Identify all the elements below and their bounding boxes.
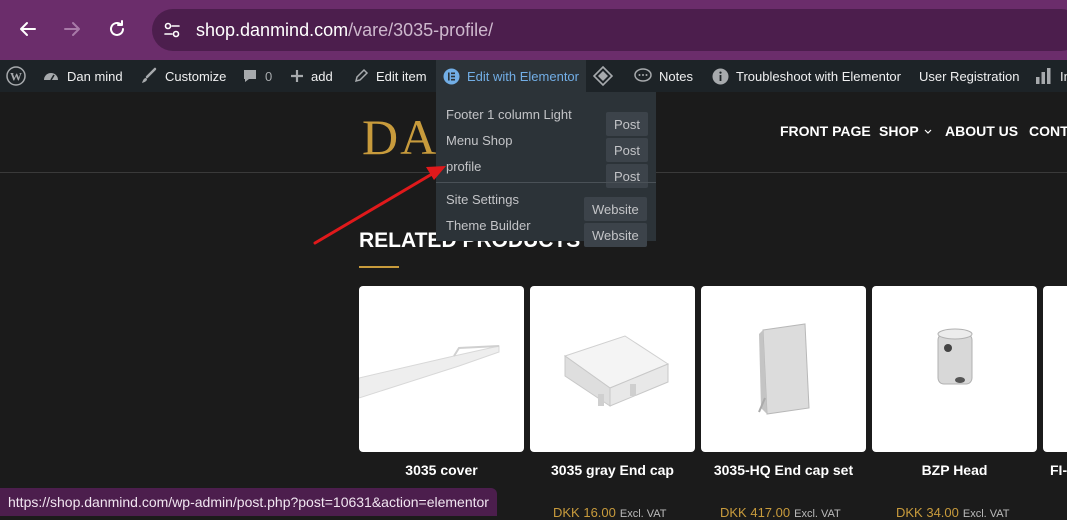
elementor-diamond-item[interactable] <box>593 60 620 92</box>
browser-toolbar: shop.danmind.com/vare/3035-profile/ <box>0 0 1067 60</box>
product-image <box>359 345 500 399</box>
url-host: shop.danmind.com <box>196 20 349 40</box>
product-name[interactable]: 3035-HQ End cap set <box>701 462 866 478</box>
menu-front-page[interactable]: FRONT PAGE <box>780 123 871 139</box>
dashboard-icon <box>44 73 58 81</box>
vat-note: Excl. VAT <box>794 508 841 520</box>
menu-about-us[interactable]: ABOUT US <box>945 123 1018 139</box>
dropdown-item-menu-shop[interactable]: Menu Shop <box>446 133 513 148</box>
customize-label: Customize <box>165 68 227 84</box>
notes-label: Notes <box>659 68 693 84</box>
comments-item[interactable]: 0 <box>242 60 272 92</box>
site-name-label: Dan mind <box>67 68 123 84</box>
dropdown-item-profile[interactable]: profile <box>446 159 481 174</box>
insights-label: In <box>1060 68 1067 84</box>
plus-icon <box>291 70 303 82</box>
wordpress-icon: W <box>6 66 26 86</box>
bar-chart-icon <box>1036 68 1051 84</box>
troubleshoot-label: Troubleshoot with Elementor <box>736 68 901 84</box>
url-path: /vare/3035-profile/ <box>348 20 494 40</box>
site-name-item[interactable]: Dan mind <box>42 60 123 92</box>
pencil-icon <box>354 68 369 83</box>
product-price: DKK 34.00 Excl. VAT <box>896 505 1010 520</box>
arrow-left-icon <box>20 22 36 36</box>
dropdown-item-badge: Post <box>606 112 649 136</box>
svg-text:W: W <box>10 70 22 84</box>
price-value: DKK 34.00 <box>896 505 959 520</box>
product-card-end-cap-set[interactable] <box>701 286 866 452</box>
product-name[interactable]: BZP Head <box>872 462 1037 478</box>
vat-note: Excl. VAT <box>619 508 667 520</box>
dropdown-item-badge: Website <box>584 197 647 221</box>
reload-button[interactable] <box>102 14 132 44</box>
price-value: DKK 16.00 <box>553 505 616 520</box>
customize-item[interactable]: Customize <box>140 60 226 92</box>
new-content-item[interactable]: add <box>290 60 333 92</box>
dropdown-item-footer[interactable]: Footer 1 column Light <box>446 107 572 122</box>
comments-count: 0 <box>265 68 273 84</box>
product-image <box>563 335 670 407</box>
edit-item-label: Edit item <box>376 68 427 84</box>
back-button[interactable] <box>13 14 43 44</box>
add-label: add <box>311 68 333 84</box>
menu-shop-label: SHOP <box>879 123 919 139</box>
product-name[interactable]: 3035 cover <box>359 462 524 478</box>
product-name[interactable]: 3035 gray End cap <box>530 462 695 478</box>
edit-with-elementor-label: Edit with Elementor <box>467 68 579 84</box>
wp-admin-bar: W Dan mind Customize 0 add Edit item Edi… <box>0 60 1067 92</box>
paintbrush-icon <box>142 67 157 83</box>
dropdown-item-theme-builder[interactable]: Theme Builder <box>446 218 531 233</box>
info-icon <box>712 68 729 84</box>
dropdown-separator <box>436 182 656 183</box>
title-underline <box>359 266 399 268</box>
edit-with-elementor-item[interactable]: Edit with Elementor <box>436 60 586 92</box>
vat-note: Excl. VAT <box>962 508 1010 520</box>
dropdown-item-badge: Post <box>606 138 649 162</box>
menu-shop[interactable]: SHOP <box>879 123 932 139</box>
dropdown-item-site-settings[interactable]: Site Settings <box>446 192 519 207</box>
wordpress-logo-button[interactable]: W <box>6 60 33 92</box>
troubleshoot-item[interactable]: Troubleshoot with Elementor <box>712 60 901 92</box>
comment-icon <box>244 70 256 82</box>
arrow-right-icon <box>64 22 80 36</box>
status-bar-url: https://shop.danmind.com/wp-admin/post.p… <box>0 488 497 516</box>
price-value: DKK 417.00 <box>720 505 791 520</box>
speech-bubble-icon <box>634 68 652 82</box>
product-card-partial[interactable] <box>1043 286 1067 452</box>
url-text[interactable]: shop.danmind.com/vare/3035-profile/ <box>196 20 493 41</box>
product-card-cover[interactable] <box>359 286 524 452</box>
notes-item[interactable]: Notes <box>634 60 693 92</box>
product-card-bzp-head[interactable] <box>872 286 1037 452</box>
reload-icon <box>110 20 124 36</box>
forward-button[interactable] <box>57 14 87 44</box>
user-registration-label: User Registration <box>919 68 1020 84</box>
diamond-icon <box>593 66 613 86</box>
user-registration-item[interactable]: User Registration <box>919 60 1019 92</box>
address-bar[interactable]: shop.danmind.com/vare/3035-profile/ <box>152 9 1067 51</box>
product-image <box>758 323 810 415</box>
elementor-icon <box>443 68 460 84</box>
edit-item[interactable]: Edit item <box>353 60 427 92</box>
site-info-icon[interactable] <box>160 18 184 42</box>
chevron-down-icon <box>924 129 932 135</box>
menu-contact[interactable]: CONTA <box>1029 123 1067 139</box>
product-card-gray-end-cap[interactable] <box>530 286 695 452</box>
elementor-dropdown-menu: Footer 1 column Light Post Menu Shop Pos… <box>436 92 656 247</box>
product-price: DKK 16.00 Excl. VAT <box>553 505 667 520</box>
insights-item[interactable]: In <box>1035 60 1067 92</box>
product-name[interactable]: FI- <box>1043 462 1067 478</box>
product-image <box>937 328 973 385</box>
dropdown-item-badge: Website <box>584 223 647 247</box>
dropdown-item-badge: Post <box>606 164 649 188</box>
product-price: DKK 417.00 Excl. VAT <box>720 505 841 520</box>
